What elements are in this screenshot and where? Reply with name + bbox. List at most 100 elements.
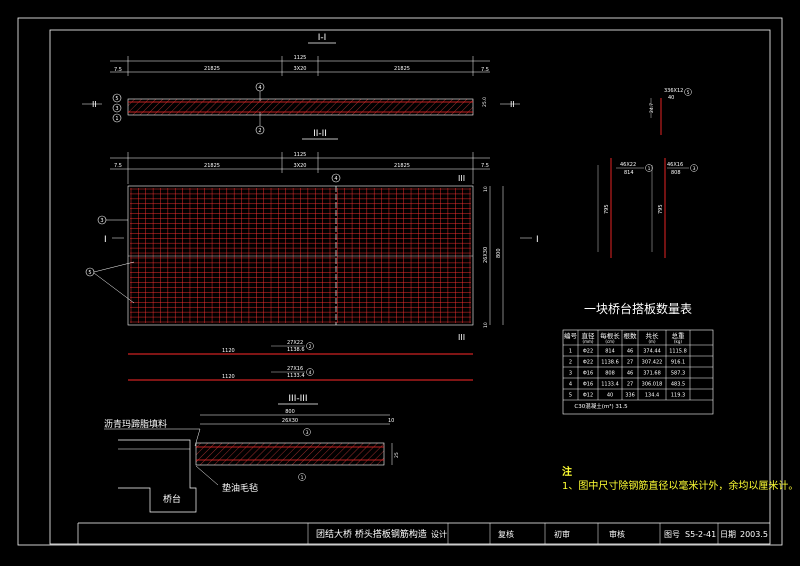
bar-2-bottom: 1138.6	[287, 347, 305, 353]
s3-marker-3: 3	[303, 428, 311, 436]
svg-text:1: 1	[301, 475, 304, 481]
detail-5-bottom: 40	[668, 95, 674, 101]
table-cell: 371.68	[643, 371, 661, 377]
quantity-table: 一块桥台搭板数量表 编号 直径 每根长 根数 共长 总重(mm) (cm) (m) (kg)1 Φ…	[562, 301, 714, 415]
s3-edge: 10	[388, 418, 394, 424]
svg-text:2: 2	[258, 128, 261, 134]
s2-total: 1125	[294, 152, 307, 158]
s2-rebar-grid	[130, 188, 471, 323]
s3-width: 800	[285, 409, 295, 415]
table-header: 编号	[564, 331, 578, 340]
detail-bar-5: 24.7 336X12 40 5	[649, 88, 692, 135]
svg-text:3: 3	[115, 106, 118, 112]
section-3-3: III-III 800 26X30 10 25 沥青玛蹄脂填料 垫油毛毡 桥台 …	[104, 394, 400, 513]
detail-bar-1: 795 46X22 814 1	[597, 158, 653, 258]
s2-marker-3: 3	[97, 215, 107, 225]
s1-seg-mid: 3X20	[294, 66, 307, 72]
notes: 注 1、图中尺寸除钢筋直径以毫米计外，余均以厘米计。	[562, 466, 798, 494]
svg-text:5: 5	[115, 96, 118, 102]
table-cell: Φ12	[583, 393, 593, 399]
detail-1-bottom: 814	[624, 170, 634, 176]
check-label: 初审	[554, 529, 570, 539]
bar-4-top: 27X16	[287, 366, 303, 372]
table-subheader: (cm)	[605, 339, 615, 344]
svg-text:5: 5	[687, 90, 690, 96]
s3-marker-1: 1	[298, 473, 306, 481]
s1-cut-right: II	[510, 100, 515, 109]
table-cell: 336	[625, 393, 635, 399]
section-1-1-title: I-I	[318, 33, 327, 43]
table-cell: 814	[605, 349, 615, 355]
s2-marker-4: 4	[331, 173, 341, 183]
s2-inner-height: 26X30	[483, 247, 489, 263]
notes-line-1: 1、图中尺寸除钢筋直径以毫米计外，余均以厘米计。	[562, 481, 799, 492]
s2-height: 800	[496, 248, 502, 258]
drawing-no: S5-2-41	[685, 530, 716, 539]
section-2-2-title: II-II	[313, 129, 327, 139]
bar-2: 1120 27X22 1138.6 2	[128, 340, 473, 355]
s2-cut-right: I	[536, 235, 539, 245]
table-cell: 46	[627, 349, 633, 355]
detail-3-bottom: 808	[671, 170, 681, 176]
s2-edge-right: 7.5	[481, 163, 489, 169]
bar-2-top: 27X22	[287, 340, 303, 346]
table-cell: 916.1	[671, 360, 685, 366]
design-label: 设计	[431, 529, 447, 539]
svg-text:3: 3	[693, 166, 696, 172]
s1-thickness: 25.0	[482, 97, 488, 107]
detail-1-dim: 795	[604, 204, 610, 214]
table-cell: Φ22	[583, 349, 593, 355]
table-cell: Φ16	[583, 371, 593, 377]
s3-label-asphalt: 沥青玛蹄脂填料	[104, 418, 167, 430]
s3-label-felt: 垫油毛毡	[222, 482, 258, 494]
table-cell: 40	[607, 393, 613, 399]
table-cell: 587.3	[671, 371, 685, 377]
table-cell: 1133.4	[601, 382, 619, 388]
table-cell: 1138.6	[601, 360, 619, 366]
s1-marker-4: 4	[255, 82, 265, 92]
s1-seg-right: 21825	[394, 66, 410, 72]
s2-marker-5: 5	[85, 267, 95, 277]
section-1-1: I-I 1125 7.5 21825 3X20 21825 7.5 II II …	[82, 33, 520, 135]
svg-text:4: 4	[258, 85, 261, 91]
approve-label: 审核	[609, 529, 625, 539]
s3-inner: 26X30	[282, 418, 298, 424]
bar-2-len: 1120	[222, 348, 235, 354]
s1-slab	[127, 98, 474, 116]
table-cell: 307.422	[642, 360, 663, 366]
s2-cut-left: I	[104, 235, 107, 245]
date-label: 日期	[720, 530, 736, 539]
s3-abutment-outline	[118, 439, 197, 513]
s1-seg-left: 21825	[204, 66, 220, 72]
table-subheader: (mm)	[583, 339, 594, 344]
project-title: 团结大桥 桥头搭板钢筋构造	[316, 528, 427, 540]
s1-marker-3: 3	[112, 103, 122, 113]
table-cell: 3	[569, 371, 572, 377]
table-cell: 134.4	[645, 393, 659, 399]
svg-text:4: 4	[334, 176, 337, 182]
table-cell: Φ16	[583, 382, 593, 388]
table-header: 根数	[624, 331, 638, 340]
table-cell: 46	[627, 371, 633, 377]
s2-edge-top: 10	[483, 186, 489, 192]
detail-3-dim: 795	[658, 204, 664, 214]
drawing-no-label: 图号	[664, 530, 680, 539]
table-title: 一块桥台搭板数量表	[584, 301, 692, 316]
s1-marker-2: 2	[255, 125, 265, 135]
detail-bar-3: 795 46X16 808 3	[651, 158, 698, 258]
table-cell: Φ22	[583, 360, 593, 366]
table-cell: 119.3	[671, 393, 685, 399]
table-subheader: (m)	[648, 339, 655, 344]
s1-edge-right: 7.5	[481, 67, 489, 73]
table-cell: 4	[569, 382, 572, 388]
s1-edge-left: 7.5	[114, 67, 122, 73]
table-cell: 2	[569, 360, 572, 366]
bar-4-len: 1120	[222, 374, 235, 380]
title-block: 团结大桥 桥头搭板钢筋构造 设计 复核 初审 审核 图号 S5-2-41 日期 …	[77, 522, 770, 544]
bar-4-bottom: 1133.4	[287, 373, 305, 379]
svg-text:4: 4	[309, 370, 312, 376]
table-cell: 1	[569, 349, 572, 355]
table-subheader: (kg)	[674, 339, 682, 344]
s1-marker-5: 5	[112, 93, 122, 103]
section-3-3-title: III-III	[288, 394, 307, 404]
